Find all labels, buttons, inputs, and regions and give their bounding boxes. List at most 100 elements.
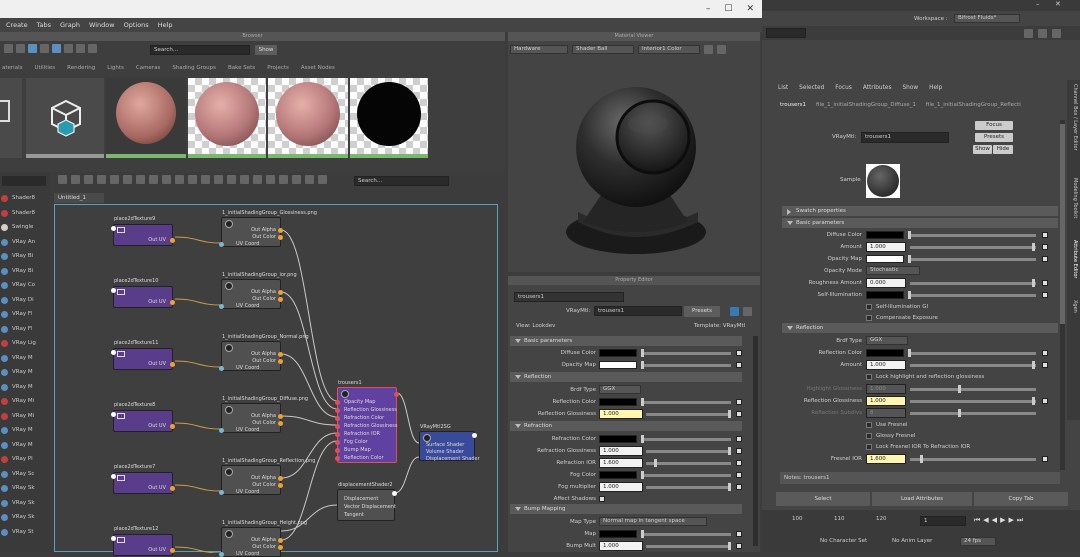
tool-icon[interactable] — [136, 175, 145, 184]
sidebar-search-input[interactable] — [2, 176, 46, 186]
map-button-icon[interactable] — [736, 448, 742, 454]
output-port[interactable] — [278, 421, 283, 426]
pause-icon[interactable] — [717, 45, 726, 54]
color-swatch[interactable] — [599, 361, 637, 369]
tab-bake-sets[interactable]: Bake Sets — [228, 65, 255, 74]
menu-focus[interactable]: Focus — [835, 85, 852, 91]
anim-layer[interactable]: No Anim Layer — [892, 538, 932, 544]
checkbox-checked[interactable] — [866, 433, 872, 439]
attr-scroll-thumb[interactable] — [1060, 124, 1065, 324]
swatch-thumbnail[interactable] — [188, 78, 266, 158]
tab-file-diffuse[interactable]: file_1_initialShadingGroup_Diffuse_1 — [816, 102, 916, 114]
value-slider[interactable] — [910, 364, 1036, 367]
input-port[interactable] — [111, 412, 116, 417]
tab-cameras[interactable]: Cameras — [136, 65, 160, 74]
output-port[interactable] — [170, 424, 175, 429]
sidebar-item[interactable]: VRay Bi — [0, 250, 33, 263]
notes-field[interactable]: Notes: trousers1 — [780, 472, 1060, 484]
tab-rendering[interactable]: Rendering — [67, 65, 95, 74]
output-port[interactable] — [278, 359, 283, 364]
value-slider[interactable] — [641, 364, 731, 367]
show-attr-button[interactable]: Show — [973, 145, 992, 154]
number-field[interactable]: 1.000 — [866, 360, 906, 370]
vraymtl-node[interactable]: trousers1 Opacity Map Reflection Glossines… — [335, 380, 399, 463]
map-type-dropdown[interactable]: Normal map in tangent space — [599, 517, 707, 526]
load-attributes-button[interactable]: Load Attributes — [872, 492, 972, 506]
sidebar-item[interactable]: VRay St — [0, 526, 33, 539]
slider-handle[interactable] — [728, 483, 731, 491]
shading-group-node[interactable]: VRayMtl2SG Surface Shader Volume Shader Dis… — [419, 424, 480, 462]
value-slider[interactable] — [910, 388, 1036, 391]
slider-handle[interactable] — [728, 542, 731, 550]
output-port[interactable] — [278, 476, 283, 481]
output-port[interactable] — [278, 290, 283, 295]
tab-channel-box[interactable]: Channel Box / Layer Editor — [1072, 84, 1078, 151]
value-slider[interactable] — [910, 458, 1036, 461]
output-port[interactable] — [278, 545, 283, 550]
output-port[interactable] — [392, 491, 397, 496]
show-button[interactable]: Show — [255, 45, 277, 55]
slider-handle[interactable] — [908, 255, 911, 263]
menu-options[interactable]: Options — [124, 21, 149, 29]
sidebar-item[interactable]: VRay M — [0, 366, 33, 379]
value-slider[interactable] — [641, 533, 731, 536]
section-reflection[interactable]: Reflection — [510, 372, 742, 382]
number-field[interactable]: 1.000 — [599, 482, 643, 492]
render-setup-icon[interactable] — [1024, 29, 1033, 38]
sidebar-item[interactable]: VRay Co — [0, 279, 35, 292]
sidebar-item[interactable]: VRay Sk — [0, 482, 35, 495]
input-port[interactable] — [111, 350, 116, 355]
window-close-icon[interactable]: ✕ — [1055, 0, 1061, 8]
tool-icon[interactable] — [4, 44, 13, 53]
tab-utilities[interactable]: Utilities — [34, 65, 55, 74]
place2d-node[interactable]: place2dTexture10 Out UV — [111, 278, 175, 308]
menu-tabs[interactable]: Tabs — [37, 21, 51, 29]
output-port[interactable] — [278, 414, 283, 419]
tab-shading-groups[interactable]: Shading Groups — [172, 65, 216, 74]
map-button-icon[interactable] — [1042, 350, 1048, 356]
tool-icon[interactable] — [97, 175, 106, 184]
tab-modeling-toolkit[interactable]: Modeling Toolkit — [1072, 178, 1078, 218]
file-texture-node[interactable]: 1_initialShadingGroup_Height.png Out Alph… — [219, 520, 307, 557]
checkbox[interactable] — [866, 315, 872, 321]
attr-dropdown[interactable]: GGX — [866, 336, 908, 345]
value-slider[interactable] — [646, 462, 731, 465]
map-button-icon[interactable] — [736, 484, 742, 490]
menu-graph[interactable]: Graph — [60, 21, 80, 29]
slider-handle[interactable] — [728, 447, 731, 455]
sidebar-item[interactable]: VRay Sk — [0, 511, 35, 524]
output-port[interactable] — [278, 352, 283, 357]
place2d-node[interactable]: place2dTexture9 Out UV — [111, 216, 175, 246]
menu-show[interactable]: Show — [902, 85, 918, 91]
tab-xgen[interactable]: Xgen — [1072, 300, 1078, 313]
checkbox-checked[interactable] — [866, 422, 872, 428]
tab-trousers1[interactable]: trousers1 — [780, 102, 806, 114]
section-refraction[interactable]: Refraction — [510, 421, 742, 431]
tab-asset-nodes[interactable]: Asset Nodes — [301, 65, 335, 74]
color-swatch[interactable] — [599, 349, 637, 357]
tab-attribute-editor[interactable]: Attribute Editor — [1072, 240, 1078, 278]
slider-handle[interactable] — [654, 459, 657, 467]
output-port[interactable] — [278, 228, 283, 233]
file-texture-node[interactable]: 1_initialShadingGroup_Reflection.png Out … — [219, 458, 315, 495]
time-slider[interactable]: 100 110 120 1 ⏮◀◀▶▶⏭ No Character Set No… — [762, 510, 1080, 552]
displacement-node[interactable]: displacementShader2 Displacement Vector Di… — [337, 482, 397, 521]
character-set[interactable]: No Character Set — [820, 538, 867, 544]
current-frame-field[interactable]: 1 — [920, 516, 966, 526]
browser-search-input[interactable]: Search... — [150, 45, 250, 55]
hide-attr-button[interactable]: Hide — [993, 145, 1013, 154]
number-field[interactable]: 1.000 — [599, 541, 643, 551]
slider-handle[interactable] — [1032, 397, 1035, 405]
menu-list[interactable]: List — [778, 85, 788, 91]
value-slider[interactable] — [908, 294, 1036, 297]
input-port[interactable] — [219, 304, 224, 309]
workspace-dropdown[interactable]: Bifrost Fluids* — [954, 14, 1020, 23]
type-field[interactable]: trousers1 — [594, 306, 682, 316]
minimize-icon[interactable]: – — [706, 4, 711, 14]
sidebar-item[interactable]: VRay Fl — [0, 323, 33, 336]
playback-controls-icon[interactable]: ⏮◀◀▶▶⏭ — [974, 516, 1026, 525]
tool-icon[interactable] — [227, 175, 236, 184]
tool-icon[interactable] — [71, 175, 80, 184]
input-port[interactable] — [335, 456, 340, 461]
input-port[interactable] — [335, 440, 340, 445]
